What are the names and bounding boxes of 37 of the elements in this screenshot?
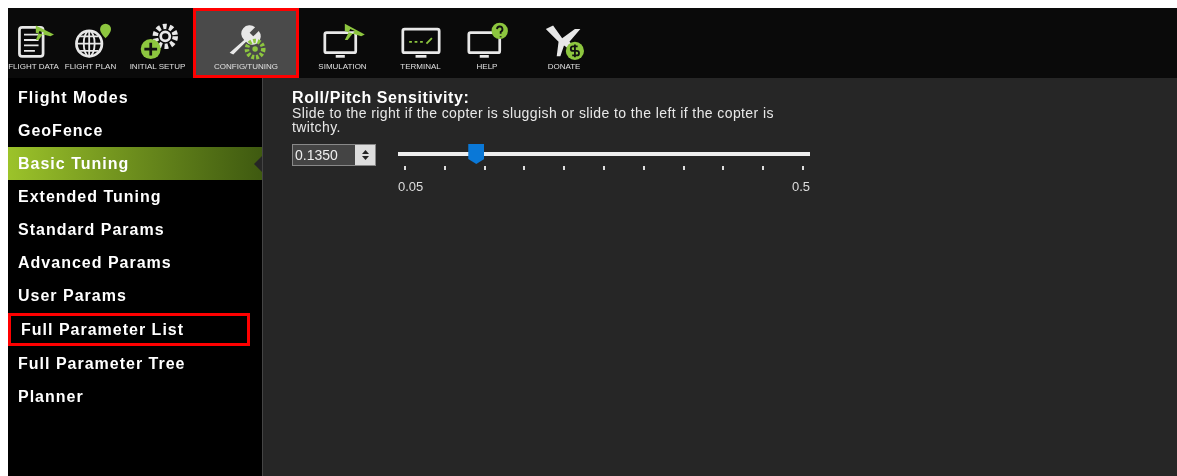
toolbar-button[interactable]: INITIAL SETUP <box>124 8 191 78</box>
sidebar-item[interactable]: Standard Params <box>8 213 262 246</box>
sidebar-item[interactable]: Extended Tuning <box>8 180 262 213</box>
slider-tick <box>603 166 605 170</box>
toolbar-button[interactable]: FLIGHT PLAN <box>59 8 122 78</box>
slider-tick <box>404 166 406 170</box>
setting-title: Roll/Pitch Sensitivity: <box>292 90 471 106</box>
slider-tick <box>483 166 486 170</box>
toolbar-button[interactable]: TERMINAL <box>386 8 455 78</box>
sidebar-item[interactable]: User Params <box>8 279 262 312</box>
slider-tick <box>642 166 645 170</box>
slider-tick <box>443 166 446 170</box>
number-spinner[interactable]: 0.1350 <box>292 144 376 166</box>
up-down-arrows-icon <box>360 149 370 161</box>
sidebar-item[interactable]: Full Parameter Tree <box>8 347 262 380</box>
slider-tick <box>523 166 526 170</box>
slider-min-label: 0.05 <box>398 178 424 196</box>
spinner-value: 0.1350 <box>294 145 339 165</box>
toolbar-button[interactable]: HELP <box>457 8 517 78</box>
toolbar-button[interactable]: DONATE <box>519 8 609 78</box>
slider-tick <box>722 166 725 170</box>
sidebar-item[interactable]: Advanced Params <box>8 246 262 279</box>
slider-tick <box>762 166 765 170</box>
sidebar-item[interactable]: GeoFence <box>8 114 262 147</box>
toolbar-button[interactable]: SIMULATION <box>301 8 384 78</box>
slider-tick <box>801 166 804 170</box>
slider-max-label: 0.5 <box>791 178 810 196</box>
sidebar-item[interactable]: Full Parameter List <box>8 313 250 346</box>
sidebar-item[interactable]: Flight Modes <box>8 81 262 114</box>
setting-description: Slide to the right if the copter is sluggish or slide to the left if the copter is twitchy. <box>292 106 775 134</box>
toolbar-button[interactable]: CONFIG/TUNING <box>193 8 299 78</box>
toolbar-button[interactable]: FLIGHT DATA <box>10 8 57 78</box>
sidebar-item[interactable]: Planner <box>8 380 262 413</box>
slider-tick <box>682 166 685 170</box>
slider-thumb[interactable] <box>468 144 485 164</box>
slider-tick <box>563 166 566 170</box>
monitor-help-icon <box>465 20 509 60</box>
